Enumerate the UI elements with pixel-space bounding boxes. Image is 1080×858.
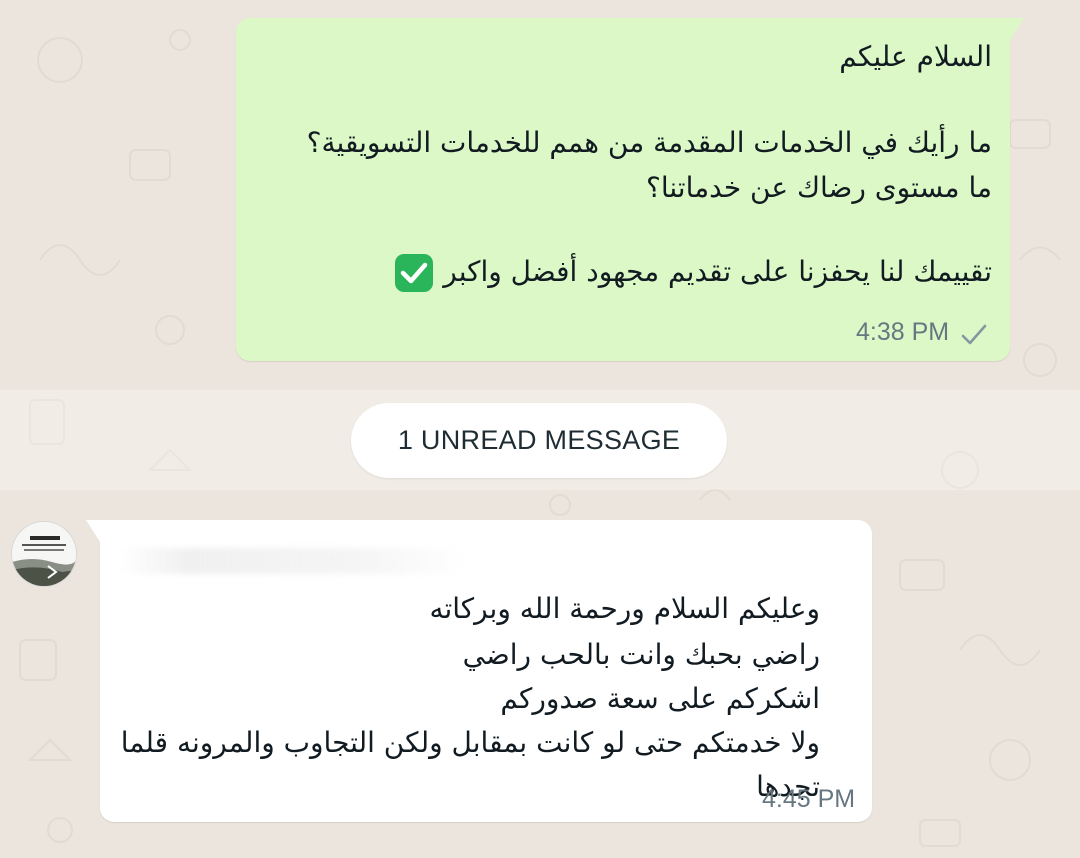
outgoing-message-line: ما رأيك في الخدمات المقدمة من همم للخدما… bbox=[306, 126, 992, 159]
incoming-message-line: راضي بحبك وانت بالحب راضي bbox=[462, 638, 820, 671]
incoming-message-line: اشكركم على سعة صدوركم bbox=[500, 682, 820, 715]
sender-name-redacted bbox=[118, 548, 468, 574]
outgoing-message-line-with-emoji: تقييمك لنا يحفزنا على تقديم مجهود أفضل و… bbox=[395, 254, 992, 292]
incoming-message-time: 4:45 PM bbox=[762, 785, 856, 813]
outgoing-message-text: تقييمك لنا يحفزنا على تقديم مجهود أفضل و… bbox=[443, 255, 992, 288]
unread-messages-label: 1 UNREAD MESSAGE bbox=[351, 403, 727, 478]
incoming-bubble-tail bbox=[86, 520, 100, 542]
incoming-message-line: ولا خدمتكم حتى لو كانت بمقابل ولكن التجا… bbox=[120, 726, 820, 759]
outgoing-message-line: ما مستوى رضاك عن خدماتنا؟ bbox=[645, 171, 992, 204]
incoming-message-line: وعليكم السلام ورحمة الله وبركاته bbox=[429, 592, 820, 625]
outgoing-message-bubble[interactable]: السلام عليكم ما رأيك في الخدمات المقدمة … bbox=[236, 18, 1024, 361]
check-mark-button-icon bbox=[395, 254, 434, 292]
outgoing-bubble-tail bbox=[1010, 18, 1024, 40]
outgoing-message-time: 4:38 PM bbox=[856, 318, 950, 346]
outgoing-message-line: السلام عليكم bbox=[839, 40, 992, 73]
single-check-icon bbox=[960, 322, 988, 352]
profile-avatar-icon[interactable] bbox=[11, 521, 77, 587]
